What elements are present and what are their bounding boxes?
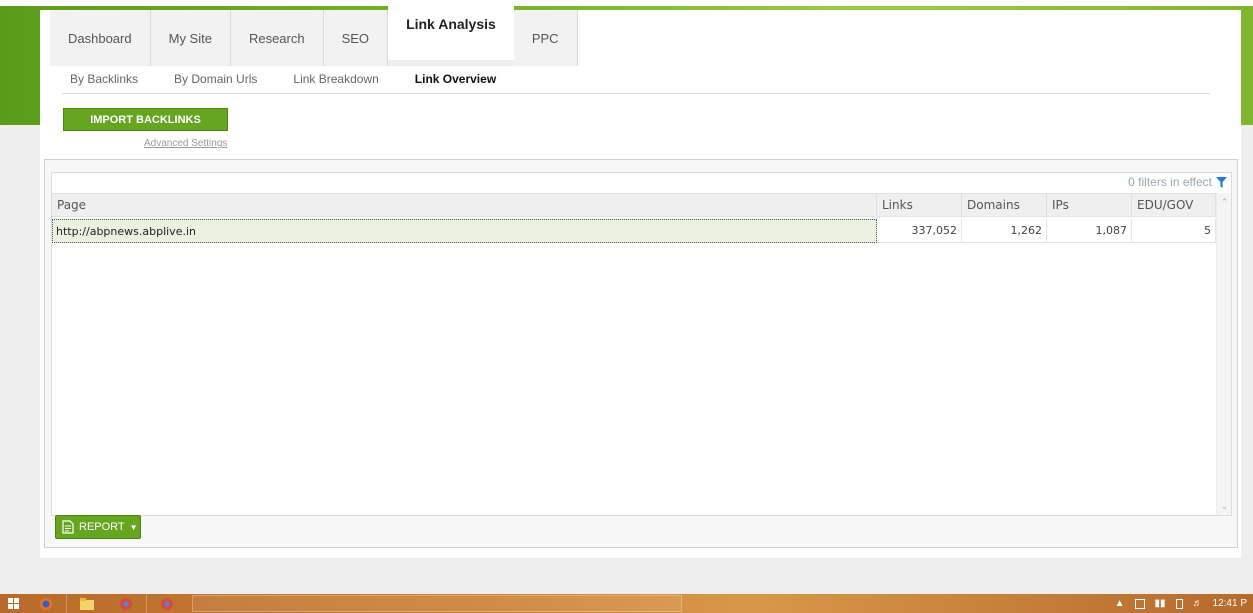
tab-label: Research: [248, 30, 305, 46]
column-header-ips[interactable]: IPs: [1047, 194, 1132, 216]
active-window-button[interactable]: [192, 595, 682, 612]
tab-ppc[interactable]: PPC: [513, 10, 578, 66]
windows-start-icon[interactable]: [0, 594, 26, 613]
chevron-up-icon[interactable]: ▲: [1115, 598, 1125, 609]
cell-links: 337,052: [877, 219, 962, 243]
filters-text: 0 filters in effect: [1128, 175, 1212, 189]
tab-seo[interactable]: SEO: [323, 10, 389, 66]
chrome-icon[interactable]: [106, 594, 146, 613]
cell-domains: 1,262: [962, 219, 1047, 243]
document-icon: [62, 520, 74, 534]
subtab-link-breakdown[interactable]: Link Breakdown: [293, 72, 378, 86]
column-header-edu-gov[interactable]: EDU/GOV: [1132, 194, 1216, 216]
tab-dashboard[interactable]: Dashboard: [50, 10, 151, 66]
tab-label: My Site: [168, 30, 212, 46]
results-panel: 0 filters in effect Page Links Domains I…: [44, 159, 1238, 548]
cell-page[interactable]: http://abpnews.abplive.in: [52, 219, 877, 243]
column-header-links[interactable]: Links: [877, 194, 962, 216]
tab-my-site[interactable]: My Site: [150, 10, 231, 66]
firefox-icon[interactable]: [26, 594, 66, 613]
report-button[interactable]: REPORT ▼: [55, 515, 141, 539]
tab-label: PPC: [531, 30, 559, 46]
tab-link-analysis[interactable]: Link Analysis: [388, 0, 514, 60]
chevron-up-icon[interactable]: ⌃: [1217, 195, 1232, 209]
tab-label: Dashboard: [68, 30, 132, 46]
sub-tabs: By Backlinks By Domain Urls Link Breakdo…: [70, 72, 532, 86]
filter-icon: [1216, 176, 1227, 188]
tab-label: Link Analysis: [406, 16, 496, 32]
tab-label: SEO: [341, 30, 370, 46]
subtab-by-backlinks[interactable]: By Backlinks: [70, 72, 138, 86]
column-header-domains[interactable]: Domains: [962, 194, 1047, 216]
divider: [62, 93, 1210, 94]
volume-icon[interactable]: ♬: [1193, 598, 1203, 609]
file-explorer-icon[interactable]: [66, 594, 106, 613]
cell-ips: 1,087: [1047, 219, 1132, 243]
main-tabs: Dashboard My Site Research SEO Link Anal…: [50, 0, 578, 66]
tab-research[interactable]: Research: [230, 10, 324, 66]
taskbar: ▲ ▮▮ ♬ 12:41 P: [0, 594, 1253, 613]
subtab-by-domain-urls[interactable]: By Domain Urls: [174, 72, 257, 86]
system-tray: ▲ ▮▮ ♬ 12:41 P: [1115, 594, 1253, 613]
subtab-link-overview[interactable]: Link Overview: [415, 72, 496, 86]
chevron-down-icon[interactable]: ⌄: [1217, 499, 1232, 513]
caret-down-icon: ▼: [129, 522, 138, 532]
vertical-scrollbar[interactable]: ⌃ ⌄: [1216, 193, 1231, 515]
battery-icon[interactable]: [1175, 598, 1183, 609]
import-backlinks-button[interactable]: IMPORT BACKLINKS: [63, 108, 228, 131]
filters-indicator[interactable]: 0 filters in effect: [1128, 175, 1227, 189]
data-grid: 0 filters in effect Page Links Domains I…: [51, 172, 1232, 516]
cell-edu-gov: 5: [1132, 219, 1216, 243]
clock[interactable]: 12:41 P: [1213, 598, 1247, 609]
chrome-icon[interactable]: [146, 594, 186, 613]
table-row[interactable]: http://abpnews.abplive.in 337,052 1,262 …: [52, 219, 1216, 243]
flag-icon[interactable]: [1134, 598, 1145, 609]
report-label: REPORT: [79, 521, 125, 533]
advanced-settings-link[interactable]: Advanced Settings: [144, 138, 227, 149]
app-window: Dashboard My Site Research SEO Link Anal…: [40, 0, 1241, 558]
table-header: Page Links Domains IPs EDU/GOV: [52, 193, 1216, 217]
column-header-page[interactable]: Page: [52, 194, 877, 216]
signal-icon[interactable]: ▮▮: [1155, 598, 1166, 609]
